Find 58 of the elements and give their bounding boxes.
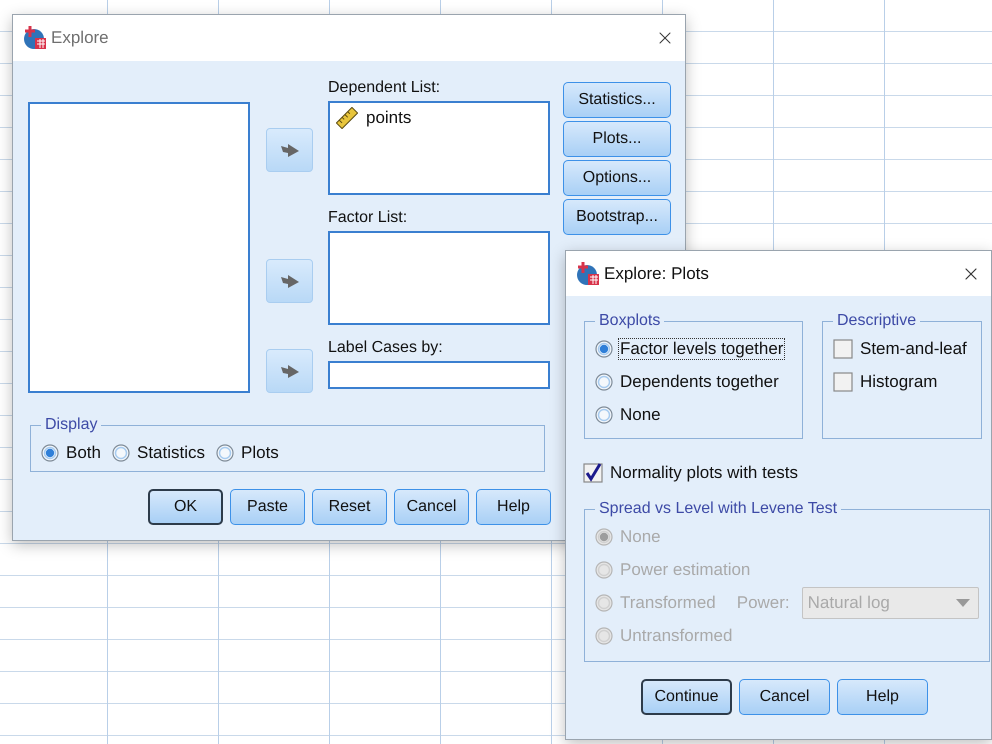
power-label: Power: — [736, 592, 790, 612]
group-title: Descriptive — [836, 312, 918, 330]
window-title: Explore — [51, 28, 110, 48]
app-icon — [576, 262, 600, 286]
option-label: Stem-and-leaf — [859, 338, 968, 358]
option-label: Plots — [240, 442, 280, 462]
field-label: Label Cases by: — [328, 339, 444, 358]
checkbox[interactable] — [583, 462, 603, 482]
window-title: Explore: Plots — [604, 264, 710, 284]
list-label: Dependent List: — [328, 79, 442, 98]
group-title: Boxplots — [598, 312, 662, 330]
dependent-list[interactable]: points — [328, 101, 550, 195]
move-button[interactable] — [266, 349, 313, 393]
move-button[interactable] — [266, 259, 313, 303]
option-label: None — [619, 526, 662, 546]
move-button[interactable] — [266, 128, 313, 172]
dialog-button[interactable]: Paste — [230, 489, 305, 525]
option-label: Transformed — [619, 592, 717, 612]
radio-button[interactable] — [595, 406, 613, 424]
option-label: Statistics — [136, 442, 206, 462]
dialog-button[interactable]: Cancel — [739, 679, 830, 715]
dialog-button[interactable]: Help — [837, 679, 928, 715]
option-label: Both — [65, 442, 102, 462]
checkbox[interactable] — [833, 372, 853, 392]
dialog-button[interactable]: Bootstrap... — [563, 199, 671, 235]
radio-button[interactable] — [595, 340, 613, 358]
radio-button[interactable] — [41, 444, 59, 462]
radio-button[interactable] — [112, 444, 130, 462]
option-label: None — [619, 404, 662, 424]
radio-button[interactable] — [216, 444, 234, 462]
group-title: Spread vs Level with Levene Test — [598, 500, 838, 518]
variable-list[interactable] — [28, 102, 250, 393]
dialog-button[interactable]: Continue — [641, 679, 732, 715]
dialog-button[interactable]: Options... — [563, 160, 671, 196]
dialog-button[interactable]: OK — [148, 489, 223, 525]
option-label: Untransformed — [619, 626, 734, 646]
arrow-icon — [280, 273, 300, 289]
option-label: Histogram — [859, 372, 938, 392]
group-title: Display — [44, 416, 98, 434]
label-cases-field[interactable] — [328, 361, 550, 389]
app-icon — [23, 26, 47, 50]
radio-button[interactable] — [595, 372, 613, 390]
dialog-button[interactable]: Help — [476, 489, 551, 525]
option-label: Dependents together — [619, 372, 780, 392]
variable-item[interactable]: points — [336, 107, 542, 129]
arrow-icon — [280, 142, 300, 158]
caret-icon — [956, 598, 970, 606]
option-label: Factor levels together — [619, 338, 784, 358]
arrow-icon — [280, 363, 300, 379]
factor-list[interactable] — [328, 231, 550, 325]
checkbox[interactable] — [833, 338, 853, 358]
dialog-button[interactable]: Cancel — [394, 489, 469, 525]
list-label: Factor List: — [328, 209, 408, 228]
dialog-button[interactable]: Reset — [312, 489, 387, 525]
option-label: Power estimation — [619, 560, 752, 580]
dialog-button[interactable]: Plots... — [563, 121, 671, 157]
option-label: Normality plots with tests — [609, 462, 799, 482]
dialog-button[interactable]: Statistics... — [563, 82, 671, 118]
